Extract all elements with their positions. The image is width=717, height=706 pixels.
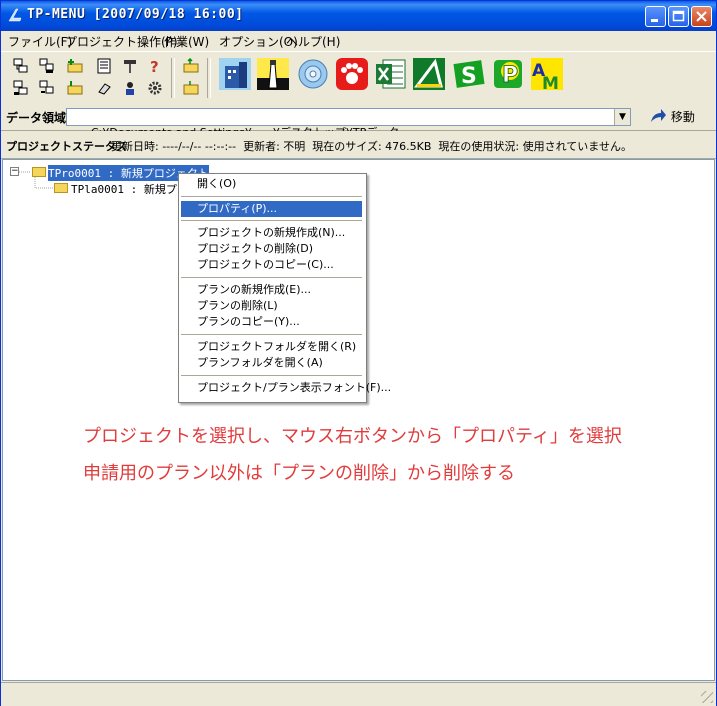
project-status-text: 更新日時: ----/--/-- --:--:-- 更新者: 不明 現在のサイズ…: [111, 140, 632, 153]
move-button[interactable]: 移動: [649, 108, 695, 126]
folder-list-icon[interactable]: [67, 80, 83, 96]
data-area-bar: データ領域 C:¥Documents and Settings¥ ¥デスクトップ…: [1, 104, 716, 139]
disc-icon[interactable]: [297, 58, 329, 90]
excel-icon[interactable]: [375, 58, 407, 90]
menu-work[interactable]: 作業(W): [164, 33, 209, 50]
drafting-icon[interactable]: [413, 58, 445, 90]
project-folder-icon: [32, 167, 46, 177]
project-icon[interactable]: [13, 58, 29, 74]
ctx-separator: [181, 220, 362, 221]
plan-folder-icon: [54, 183, 68, 193]
svg-text:M: M: [542, 74, 559, 90]
project-status-label: プロジェクトステータス: [6, 140, 127, 153]
arrow-right-icon: [651, 109, 666, 122]
project-list-icon[interactable]: [13, 80, 29, 96]
ctx-separator: [181, 375, 362, 376]
open-folder-icon[interactable]: [183, 58, 199, 74]
ctx-copy-plan[interactable]: プランのコピー(Y)...: [181, 314, 362, 330]
am-app-icon[interactable]: AM: [531, 58, 563, 90]
tower-icon[interactable]: [257, 58, 289, 90]
toolbar-separator: [207, 58, 211, 98]
maximize-button[interactable]: [668, 6, 689, 27]
ctx-copy-project[interactable]: プロジェクトのコピー(C)...: [181, 257, 362, 273]
ctx-open-plan-folder[interactable]: プランフォルダを開く(A): [181, 355, 362, 371]
annotation-line-1: プロジェクトを選択し、マウス右ボタンから「プロパティ」を選択: [83, 426, 622, 447]
status-bar: [1, 682, 716, 706]
menu-file[interactable]: ファイル(F): [8, 33, 72, 50]
ctx-display-font[interactable]: プロジェクト/プラン表示フォント(F)...: [181, 380, 391, 396]
svg-text:S: S: [461, 64, 477, 89]
ctx-new-plan[interactable]: プランの新規作成(E)...: [181, 282, 362, 298]
s-app-icon[interactable]: S: [453, 58, 485, 90]
tree-item-plan[interactable]: TPla0001 : 新規プラ: [71, 181, 188, 197]
resize-grip[interactable]: [701, 691, 713, 703]
eraser-icon[interactable]: [96, 80, 112, 96]
building-icon[interactable]: [219, 58, 251, 90]
ctx-delete-project[interactable]: プロジェクトの削除(D): [181, 241, 362, 257]
user-icon[interactable]: [122, 80, 138, 96]
minimize-icon: [651, 19, 658, 22]
paw-icon[interactable]: [336, 58, 368, 90]
ctx-separator: [181, 196, 362, 197]
document-icon[interactable]: [96, 58, 112, 74]
close-button[interactable]: [691, 6, 712, 27]
title-bar[interactable]: TP-MENU [2007/09/18 16:00]: [1, 1, 716, 31]
ctx-properties[interactable]: プロパティ(P)...: [181, 201, 362, 217]
app-icon: [8, 8, 22, 22]
menu-help[interactable]: ヘルプ(H): [286, 33, 340, 50]
menu-bar: ファイル(F) プロジェクト操作(P) 作業(W) オプション(O) ヘルプ(H…: [1, 31, 716, 51]
help-icon[interactable]: ?: [147, 58, 163, 74]
ctx-separator: [181, 334, 362, 335]
copy-list-icon[interactable]: [39, 80, 55, 96]
menu-project[interactable]: プロジェクト操作(P): [65, 33, 178, 50]
main-window: TP-MENU [2007/09/18 16:00] ファイル(F) プロジェク…: [0, 0, 717, 706]
data-path-combobox[interactable]: C:¥Documents and Settings¥ ¥デスクトップ¥TPデータ…: [66, 108, 631, 139]
minimize-button[interactable]: [645, 6, 666, 27]
svg-text:P: P: [502, 63, 518, 88]
gear-icon[interactable]: [147, 80, 163, 96]
ctx-open[interactable]: 開く(O): [181, 176, 362, 192]
combo-dropdown-button[interactable]: ▼: [614, 109, 630, 125]
move-button-label: 移動: [670, 110, 695, 124]
data-area-label: データ領域: [6, 111, 67, 125]
maximize-icon: [672, 10, 685, 22]
project-status-bar: プロジェクトステータス 更新日時: ----/--/-- --:--:-- 更新…: [1, 131, 716, 159]
ctx-open-project-folder[interactable]: プロジェクトフォルダを開く(R): [181, 339, 362, 355]
context-menu: 開く(O) プロパティ(P)... プロジェクトの新規作成(N)... プロジェ…: [178, 173, 391, 403]
folder-add-icon[interactable]: [67, 58, 83, 74]
p-app-icon[interactable]: P: [492, 58, 524, 90]
window-title: TP-MENU [2007/09/18 16:00]: [27, 7, 244, 22]
chevron-down-icon: ▼: [619, 112, 626, 122]
annotation-line-2: 申請用のプラン以外は「プランの削除」から削除する: [83, 463, 515, 484]
close-icon: [696, 11, 707, 22]
ctx-new-project[interactable]: プロジェクトの新規作成(N)...: [181, 225, 362, 241]
folder-icon[interactable]: [183, 80, 199, 96]
ctx-separator: [181, 277, 362, 278]
svg-text:?: ?: [150, 58, 159, 74]
tree-collapse-toggle[interactable]: −: [10, 167, 19, 176]
hammer-icon[interactable]: [122, 58, 138, 74]
ctx-delete-plan[interactable]: プランの削除(L): [181, 298, 362, 314]
toolbar: ? S P AM: [1, 51, 716, 105]
copy-icon[interactable]: [39, 58, 55, 74]
toolbar-separator: [171, 58, 175, 98]
